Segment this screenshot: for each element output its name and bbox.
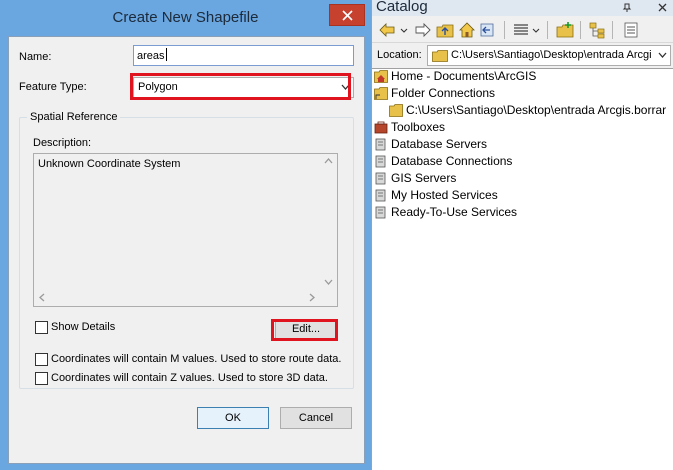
chevron-down-icon bbox=[658, 52, 667, 58]
z-values-label: Coordinates will contain Z values. Used … bbox=[51, 372, 328, 384]
tree-item-label: C:\Users\Santiago\Desktop\entrada Arcgis… bbox=[406, 102, 667, 119]
show-details-label: Show Details bbox=[51, 321, 116, 333]
pin-icon[interactable] bbox=[622, 3, 632, 13]
horizontal-scrollbar[interactable] bbox=[34, 289, 320, 306]
feature-type-select[interactable]: Polygon bbox=[133, 77, 354, 98]
connect-folder-icon[interactable] bbox=[556, 21, 574, 39]
location-value: C:\Users\Santiago\Desktop\entrada Arcgi bbox=[451, 49, 652, 61]
tree-item-label: Database Servers bbox=[391, 137, 488, 151]
scroll-corner bbox=[320, 289, 337, 306]
scroll-up-icon[interactable] bbox=[324, 158, 333, 164]
back-to-location-icon[interactable] bbox=[478, 21, 496, 39]
database-server-icon bbox=[375, 138, 386, 151]
feature-type-value: Polygon bbox=[138, 81, 178, 93]
dialog-body: Name: areas Feature Type: Polygon Spatia… bbox=[8, 36, 365, 464]
name-label: Name: bbox=[19, 51, 52, 63]
name-input[interactable]: areas bbox=[133, 45, 354, 66]
tree-item-label: Ready-To-Use Services bbox=[391, 205, 518, 219]
text-caret bbox=[165, 48, 167, 61]
scroll-down-icon[interactable] bbox=[324, 279, 333, 285]
chevron-down-icon bbox=[341, 84, 350, 90]
description-label: Description: bbox=[33, 137, 92, 149]
tree-item-label: Toolboxes bbox=[391, 120, 446, 134]
toggle-contents-icon[interactable] bbox=[588, 21, 606, 39]
vertical-scrollbar[interactable] bbox=[320, 154, 337, 289]
folder-icon bbox=[432, 50, 448, 62]
scroll-left-icon[interactable] bbox=[39, 293, 45, 302]
tree-item-label: My Hosted Services bbox=[391, 188, 498, 202]
tree-item-label: GIS Servers bbox=[391, 171, 457, 185]
forward-arrow-icon[interactable] bbox=[414, 21, 432, 39]
close-icon[interactable] bbox=[658, 3, 667, 12]
name-input-value: areas bbox=[137, 50, 165, 62]
z-values-checkbox[interactable] bbox=[35, 372, 48, 385]
ready-services-icon bbox=[375, 206, 386, 219]
close-icon bbox=[342, 10, 353, 21]
up-folder-icon[interactable] bbox=[436, 21, 454, 39]
feature-type-label: Feature Type: bbox=[19, 81, 87, 93]
scroll-right-icon[interactable] bbox=[309, 293, 315, 302]
edit-button[interactable]: Edit... bbox=[275, 319, 337, 340]
close-button[interactable] bbox=[329, 4, 365, 26]
home-icon[interactable] bbox=[458, 21, 476, 39]
m-values-checkbox[interactable] bbox=[35, 353, 48, 366]
toolbar-separator bbox=[504, 21, 505, 39]
database-connection-icon bbox=[375, 155, 386, 168]
tree-item-label: Home - Documents\ArcGIS bbox=[391, 69, 537, 83]
folder-connections-icon bbox=[374, 87, 388, 100]
description-text: Unknown Coordinate System bbox=[38, 158, 181, 170]
dialog-title: Create New Shapefile bbox=[112, 9, 259, 26]
back-dropdown-icon[interactable] bbox=[400, 21, 408, 39]
home-folder-icon bbox=[374, 70, 388, 83]
catalog-header: Catalog bbox=[372, 0, 673, 16]
folder-icon bbox=[389, 104, 403, 117]
toolbar-separator bbox=[580, 21, 581, 39]
cancel-button[interactable]: Cancel bbox=[280, 407, 352, 429]
back-arrow-icon[interactable] bbox=[378, 21, 396, 39]
toolbox-icon bbox=[374, 121, 388, 134]
catalog-toolbar bbox=[372, 16, 673, 43]
toolbar-separator bbox=[547, 21, 548, 39]
gis-server-icon bbox=[375, 172, 386, 185]
location-bar: Location: C:\Users\Santiago\Desktop\entr… bbox=[372, 43, 673, 68]
hosted-services-icon bbox=[375, 189, 386, 202]
create-shapefile-dialog: Create New Shapefile Name: areas Feature… bbox=[0, 0, 371, 470]
options-icon[interactable] bbox=[622, 21, 640, 39]
catalog-title: Catalog bbox=[376, 0, 428, 15]
tree-item-label: Folder Connections bbox=[391, 86, 496, 100]
spatial-reference-legend: Spatial Reference bbox=[27, 111, 121, 123]
view-dropdown-icon[interactable] bbox=[532, 21, 540, 39]
location-label: Location: bbox=[377, 49, 422, 61]
tree-item-label: Database Connections bbox=[391, 154, 513, 168]
m-values-label: Coordinates will contain M values. Used … bbox=[51, 353, 342, 365]
description-box[interactable]: Unknown Coordinate System bbox=[33, 153, 338, 307]
view-list-icon[interactable] bbox=[512, 21, 530, 39]
location-select[interactable]: C:\Users\Santiago\Desktop\entrada Arcgi bbox=[427, 45, 671, 66]
show-details-checkbox[interactable] bbox=[35, 321, 48, 334]
ok-button[interactable]: OK bbox=[197, 407, 269, 429]
toolbar-separator bbox=[612, 21, 613, 39]
catalog-window: Catalog Location: C:\Users\Santiago\Desk… bbox=[371, 0, 673, 470]
